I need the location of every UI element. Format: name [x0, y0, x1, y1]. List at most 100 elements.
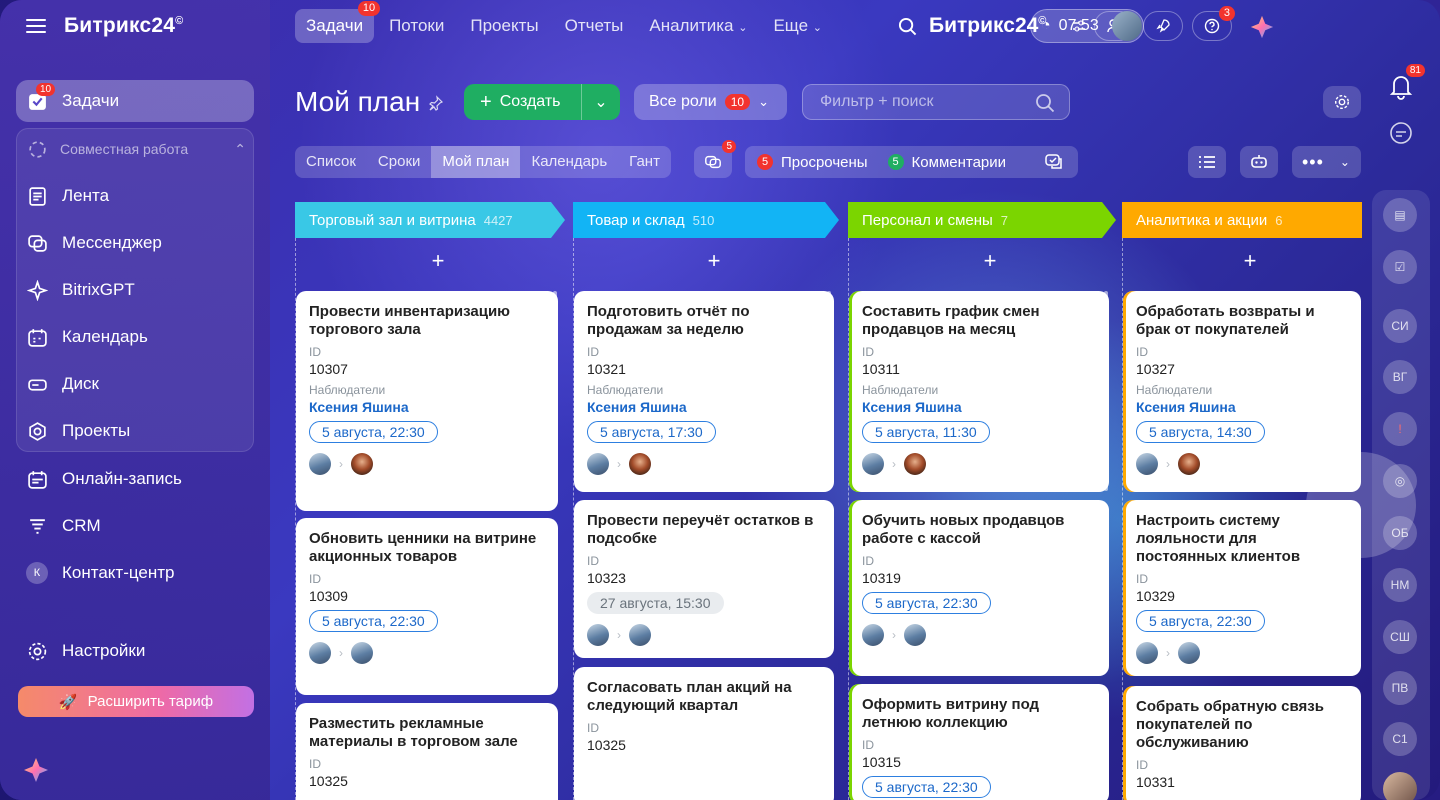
deadline-badge[interactable]: 5 августа, 14:30 [1136, 421, 1265, 443]
tab-more[interactable]: Еще ⌄ [762, 9, 833, 43]
rail-alert-icon[interactable]: ! [1383, 412, 1417, 446]
sidebar-item-crm[interactable]: CRM [16, 505, 254, 547]
add-task-icon[interactable]: + [1240, 248, 1260, 274]
observer-name[interactable]: Ксения Яшина [1136, 399, 1347, 415]
responsible-avatar[interactable] [629, 624, 651, 646]
column-header[interactable]: Аналитика и акции 6 [1122, 202, 1362, 238]
more-actions-button[interactable]: ••• ⌄ [1292, 146, 1361, 178]
workday-clock[interactable]: ◔ 07:53 [1030, 9, 1144, 43]
responsible-avatar[interactable] [1178, 642, 1200, 664]
rail-user-avatar[interactable] [1383, 772, 1417, 800]
pin-icon[interactable] [428, 95, 444, 111]
task-card[interactable]: Согласовать план акций на следующий квар… [574, 667, 834, 800]
sidebar-item-tasks[interactable]: 10 Задачи [16, 80, 254, 122]
add-task-icon[interactable]: + [428, 248, 448, 274]
deadline-badge[interactable]: 5 августа, 22:30 [1136, 610, 1265, 632]
rail-avatar[interactable]: ВГ [1383, 360, 1417, 394]
rail-avatar[interactable]: СИ [1383, 309, 1417, 343]
sidebar-item-disk[interactable]: Диск [16, 363, 254, 405]
task-title[interactable]: Провести переучёт остатков в подсобке [587, 512, 820, 548]
deadline-badge[interactable]: 5 августа, 17:30 [587, 421, 716, 443]
task-card[interactable]: Составить график смен продавцов на месяц… [849, 291, 1109, 492]
overdue-filter[interactable]: Просрочены [781, 154, 868, 171]
task-card[interactable]: Обработать возвраты и брак от покупателе… [1123, 291, 1361, 492]
column-header[interactable]: Товар и склад 510 [573, 202, 839, 238]
view-list[interactable]: Список [295, 146, 367, 178]
creator-avatar[interactable] [309, 642, 331, 664]
observer-name[interactable]: Ксения Яшина [309, 399, 544, 415]
upgrade-plan-button[interactable]: 🚀 Расширить тариф [18, 686, 254, 717]
comments-filter[interactable]: Комментарии [912, 154, 1006, 171]
deadline-badge[interactable]: 5 августа, 22:30 [309, 610, 438, 632]
filter-search-input[interactable]: Фильтр + поиск [802, 84, 1070, 120]
rail-avatar[interactable]: ПВ [1383, 671, 1417, 705]
sidebar-item-projects[interactable]: Проекты [16, 410, 254, 452]
copilot-star-icon[interactable] [22, 756, 50, 784]
create-dropdown-chevron-icon[interactable]: ⌄ [582, 92, 620, 112]
task-title[interactable]: Подготовить отчёт по продажам за неделю [587, 303, 820, 339]
list-view-button[interactable] [1188, 146, 1226, 178]
board-settings-button[interactable] [1323, 86, 1361, 118]
robots-button[interactable] [1240, 146, 1278, 178]
sidebar-item-feed[interactable]: Лента [16, 175, 254, 217]
task-card[interactable]: Оформить витрину под летнюю коллекцию ID 1… [849, 684, 1109, 800]
task-card[interactable]: Разместить рекламные материалы в торгово… [296, 703, 558, 800]
tab-projects[interactable]: Проекты [459, 9, 549, 43]
deadline-badge[interactable]: 5 августа, 22:30 [862, 776, 991, 798]
responsible-avatar[interactable] [904, 624, 926, 646]
creator-avatar[interactable] [309, 453, 331, 475]
tab-flows[interactable]: Потоки [378, 9, 455, 43]
column-header[interactable]: Персонал и смены 7 [848, 202, 1116, 238]
chat-button[interactable]: 5 [694, 140, 736, 178]
app-logo[interactable]: Битрикс24© [64, 14, 183, 38]
read-all-icon[interactable] [1044, 152, 1064, 172]
task-title[interactable]: Провести инвентаризацию торгового зала [309, 303, 544, 339]
deadline-badge[interactable]: 27 августа, 15:30 [587, 592, 724, 614]
copilot-star-icon[interactable] [1249, 14, 1275, 40]
sidebar-item-bitrixgpt[interactable]: BitrixGPT [16, 269, 254, 311]
tab-reports[interactable]: Отчеты [554, 9, 635, 43]
task-title[interactable]: Оформить витрину под летнюю коллекцию [862, 696, 1095, 732]
responsible-avatar[interactable] [629, 453, 651, 475]
column-scrollbar[interactable] [827, 291, 831, 351]
sidebar-item-booking[interactable]: Онлайн-запись [16, 458, 254, 500]
task-card[interactable]: Обновить ценники на витрине акционных то… [296, 518, 558, 695]
column-scrollbar[interactable] [553, 291, 557, 421]
create-task-button[interactable]: + Создать ⌄ [464, 84, 620, 120]
task-title[interactable]: Разместить рекламные материалы в торгово… [309, 715, 544, 751]
sidebar-item-calendar[interactable]: Календарь [16, 316, 254, 358]
view-my-plan[interactable]: Мой план [431, 146, 521, 178]
menu-icon[interactable] [26, 19, 46, 33]
creator-avatar[interactable] [1136, 642, 1158, 664]
task-card[interactable]: Обучить новых продавцов работе с кассой I… [849, 500, 1109, 676]
rail-messages-icon[interactable]: ▤ [1383, 198, 1417, 232]
responsible-avatar[interactable] [1178, 453, 1200, 475]
sidebar-item-settings[interactable]: Настройки [16, 630, 254, 672]
task-title[interactable]: Составить график смен продавцов на месяц [862, 303, 1095, 339]
global-search[interactable]: Битрикс24© [898, 14, 1046, 38]
rocket-button[interactable] [1143, 11, 1183, 41]
task-title[interactable]: Обучить новых продавцов работе с кассой [862, 512, 1095, 548]
deadline-badge[interactable]: 5 августа, 22:30 [862, 592, 991, 614]
column-header[interactable]: Торговый зал и витрина 4427 [295, 202, 565, 238]
task-card[interactable]: Подготовить отчёт по продажам за неделю I… [574, 291, 834, 492]
sidebar-item-messenger[interactable]: Мессенджер [16, 222, 254, 264]
rail-avatar[interactable]: С1 [1383, 722, 1417, 756]
task-card[interactable]: Провести инвентаризацию торгового зала ID… [296, 291, 558, 511]
column-scrollbar[interactable] [1104, 291, 1108, 491]
responsible-avatar[interactable] [351, 453, 373, 475]
creator-avatar[interactable] [862, 624, 884, 646]
task-title[interactable]: Обработать возвраты и брак от покупателе… [1136, 303, 1347, 339]
deadline-badge[interactable]: 5 августа, 11:30 [862, 421, 990, 443]
user-avatar[interactable] [1112, 11, 1142, 41]
observer-name[interactable]: Ксения Яшина [587, 399, 820, 415]
add-task-icon[interactable]: + [704, 248, 724, 274]
view-gantt[interactable]: Гант [618, 146, 671, 178]
rail-avatar[interactable]: СШ [1383, 620, 1417, 654]
view-calendar[interactable]: Календарь [520, 146, 618, 178]
responsible-avatar[interactable] [904, 453, 926, 475]
view-deadlines[interactable]: Сроки [367, 146, 431, 178]
observer-name[interactable]: Ксения Яшина [862, 399, 1095, 415]
task-card[interactable]: Провести переучёт остатков в подсобке ID 1… [574, 500, 834, 658]
task-card[interactable]: Собрать обратную связь покупателей по об… [1123, 686, 1361, 800]
